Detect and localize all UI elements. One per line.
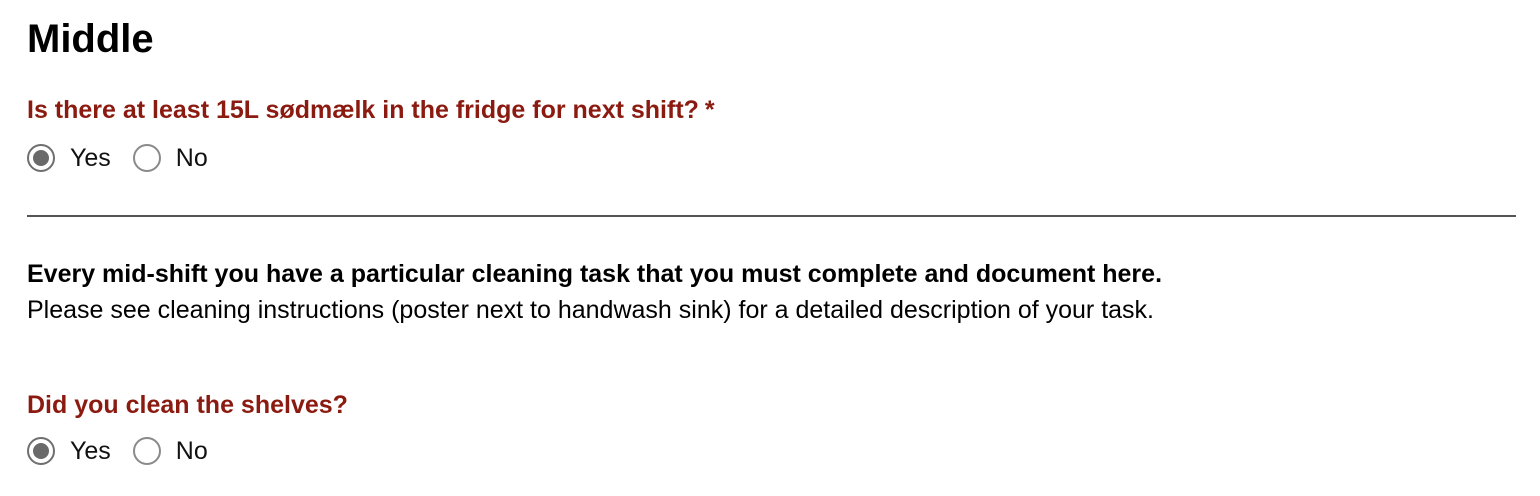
radio-dot-icon bbox=[33, 443, 49, 459]
radio-button-no[interactable] bbox=[132, 437, 161, 465]
question-sodmaelk-label: Is there at least 15L sødmælk in the fri… bbox=[27, 96, 699, 124]
radio-label-yes[interactable]: Yes bbox=[70, 436, 111, 466]
radio-group-clean-shelves: Yes No bbox=[27, 433, 208, 469]
radio-option-no[interactable]: No bbox=[132, 436, 208, 466]
radio-dot-icon bbox=[33, 150, 49, 166]
cleaning-task-heading: Every mid-shift you have a particular cl… bbox=[27, 260, 1163, 288]
radio-button-yes-checked[interactable] bbox=[27, 144, 55, 172]
radio-label-no[interactable]: No bbox=[176, 143, 208, 173]
radio-option-no[interactable]: No bbox=[132, 143, 208, 173]
radio-group-sodmaelk: Yes No bbox=[27, 140, 208, 176]
question-sodmaelk: Is there at least 15L sødmælk in the fri… bbox=[27, 94, 715, 126]
required-marker: * bbox=[704, 96, 715, 124]
radio-button-no[interactable] bbox=[132, 144, 161, 172]
radio-label-no[interactable]: No bbox=[176, 436, 208, 466]
radio-option-yes[interactable]: Yes bbox=[27, 436, 111, 466]
section-title: Middle bbox=[27, 17, 154, 61]
question-clean-shelves: Did you clean the shelves? bbox=[27, 391, 348, 419]
radio-button-yes-checked[interactable] bbox=[27, 437, 55, 465]
radio-label-yes[interactable]: Yes bbox=[70, 143, 111, 173]
section-divider bbox=[27, 215, 1516, 217]
radio-option-yes[interactable]: Yes bbox=[27, 143, 111, 173]
cleaning-task-note: Every mid-shift you have a particular cl… bbox=[27, 256, 1162, 328]
cleaning-task-instructions: Please see cleaning instructions (poster… bbox=[27, 296, 1155, 324]
